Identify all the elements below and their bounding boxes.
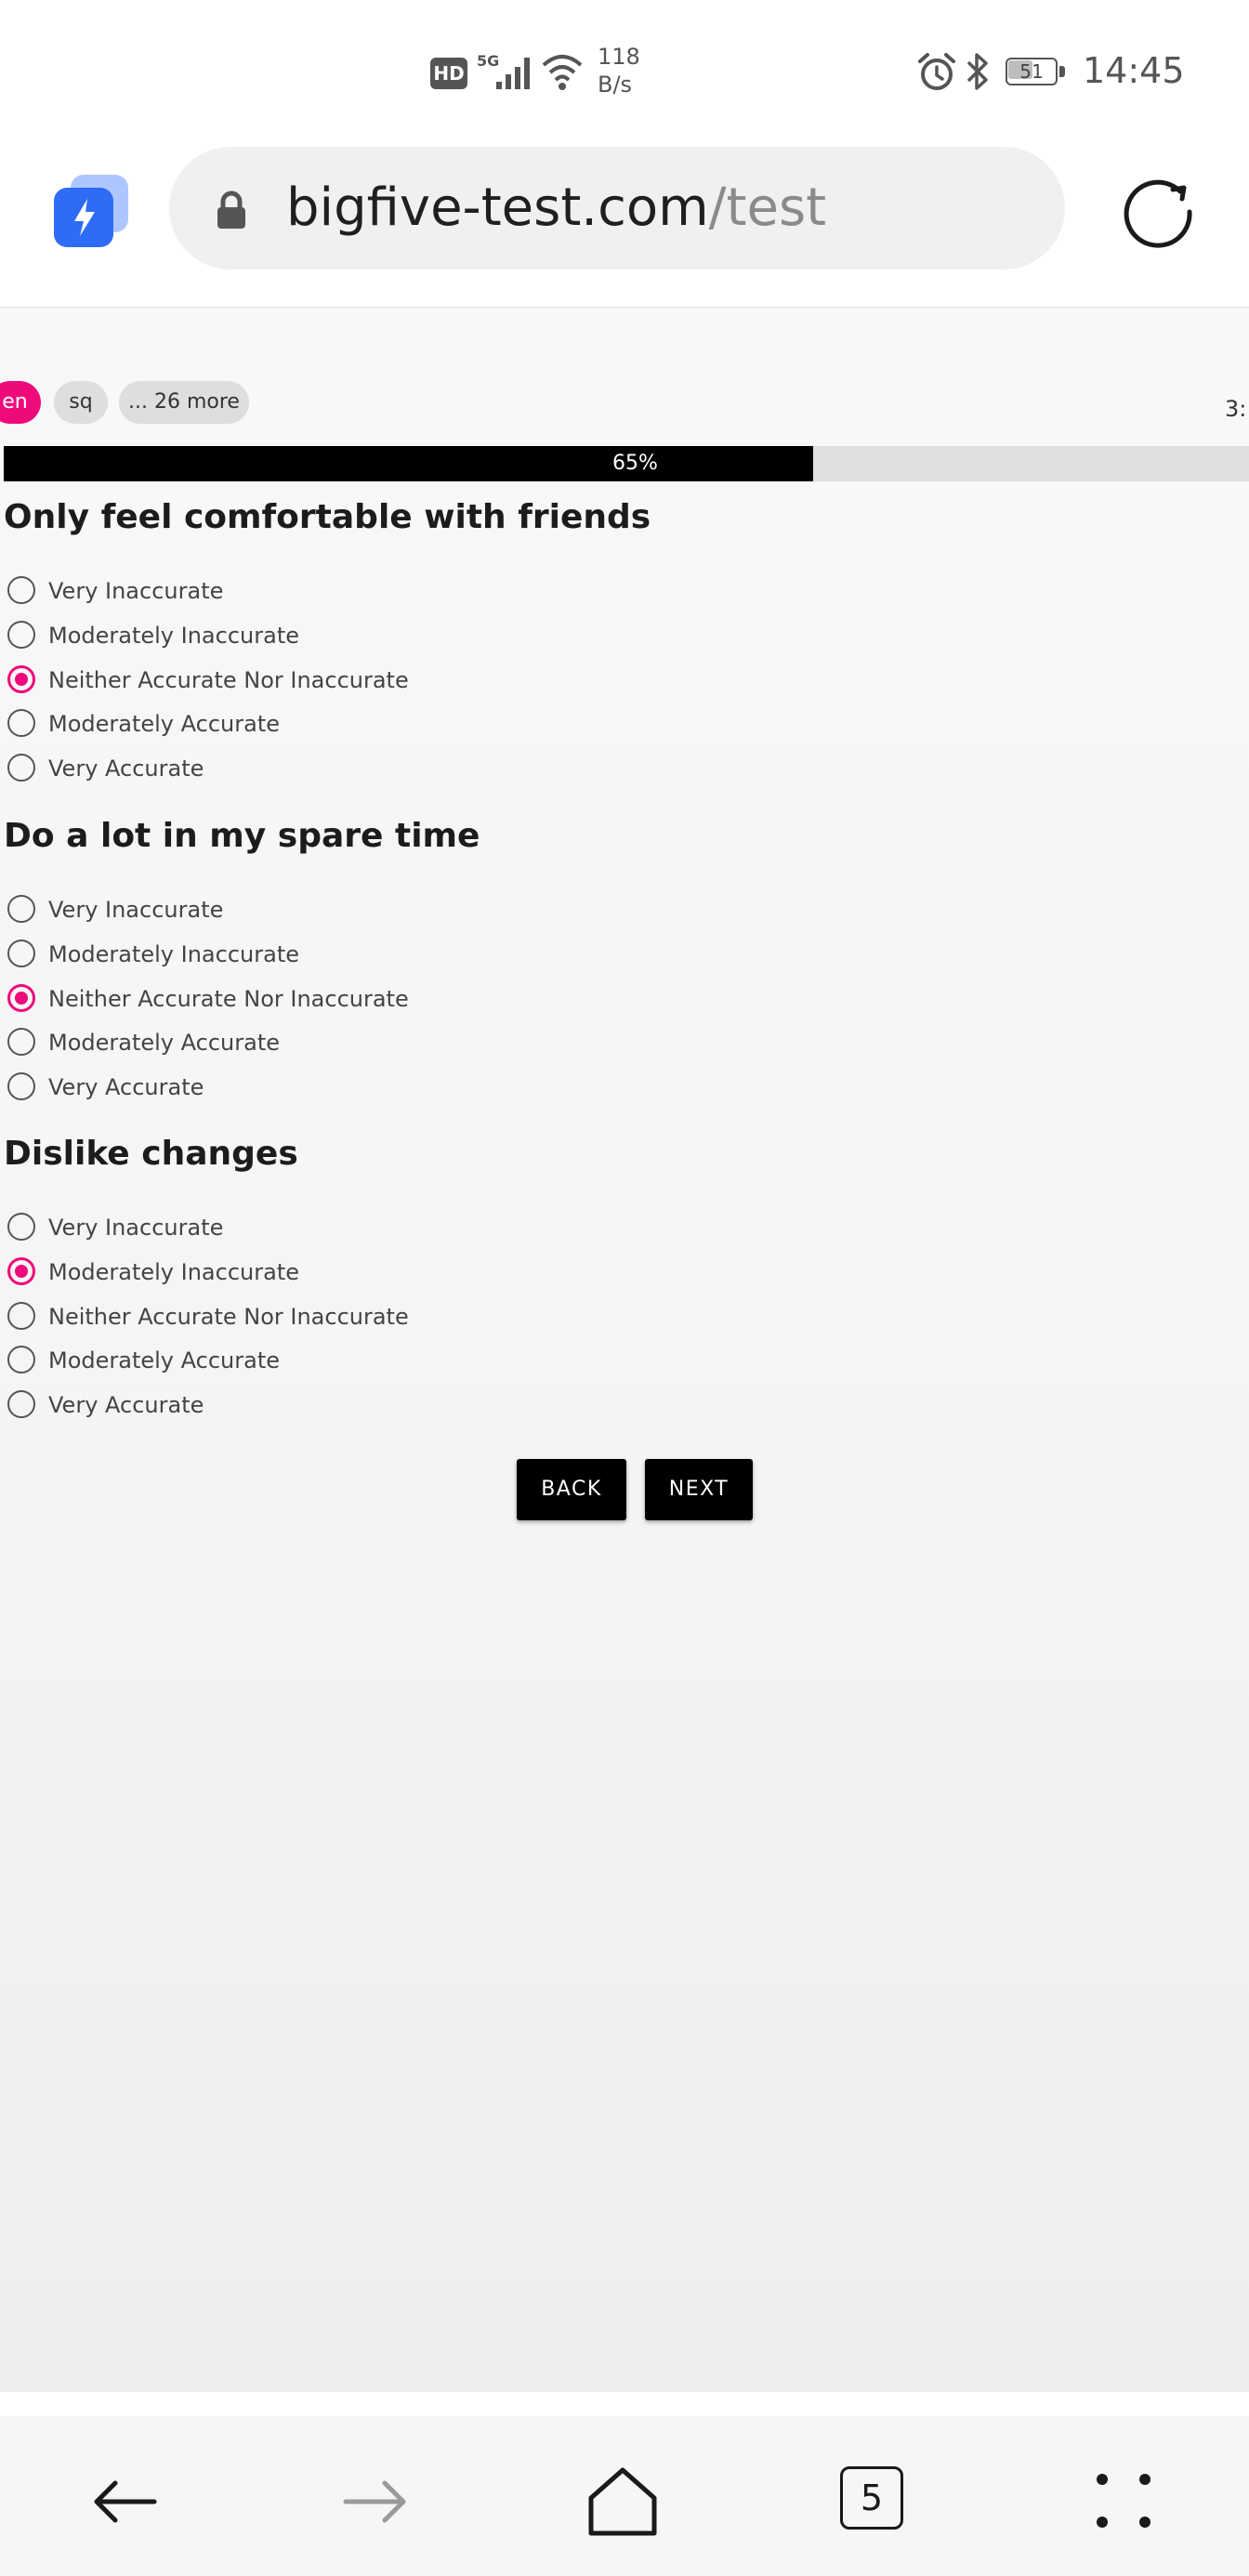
radio-button[interactable] xyxy=(7,1346,35,1373)
option-label: Very Inaccurate xyxy=(48,1215,224,1241)
radio-button[interactable] xyxy=(7,1028,35,1056)
signal-icon xyxy=(496,58,530,89)
radio-button[interactable] xyxy=(7,754,35,782)
option-label: Very Accurate xyxy=(48,1392,204,1418)
radio-selected[interactable] xyxy=(7,984,35,1012)
tabs-icon[interactable]: 5 xyxy=(840,2466,903,2530)
url-text[interactable]: bigfive-test.com/test xyxy=(286,175,826,242)
answer-option[interactable]: Moderately Inaccurate xyxy=(4,617,561,654)
language-chip-sq[interactable]: sq xyxy=(54,381,108,424)
back-button[interactable]: BACK xyxy=(517,1459,626,1520)
radio-selected[interactable] xyxy=(7,1257,35,1285)
radio-button[interactable] xyxy=(7,709,35,737)
language-chip-en[interactable]: en xyxy=(0,381,41,424)
page-content: en sq ... 26 more 3:1 65% Only feel comf… xyxy=(0,309,1249,2392)
option-label: Neither Accurate Nor Inaccurate xyxy=(48,986,409,1012)
question-title: Only feel comfortable with friends xyxy=(4,498,651,536)
home-icon[interactable] xyxy=(585,2464,660,2539)
language-chip-more[interactable]: ... 26 more xyxy=(119,381,249,424)
menu-dots-icon[interactable] xyxy=(1087,2464,1162,2539)
radio-button[interactable] xyxy=(7,940,35,967)
speed-value: 118 xyxy=(598,44,640,70)
bolt-logo-icon[interactable] xyxy=(52,171,132,251)
answer-option[interactable]: Moderately Inaccurate xyxy=(4,1254,561,1291)
answer-option[interactable]: Very Inaccurate xyxy=(4,891,561,928)
option-label: Moderately Inaccurate xyxy=(48,623,299,649)
answer-option[interactable]: Moderately Accurate xyxy=(4,1342,561,1379)
option-label: Neither Accurate Nor Inaccurate xyxy=(48,667,409,693)
answer-option[interactable]: Very Accurate xyxy=(4,1069,561,1106)
radio-selected[interactable] xyxy=(7,665,35,693)
option-label: Very Inaccurate xyxy=(48,578,224,604)
answer-option[interactable]: Neither Accurate Nor Inaccurate xyxy=(4,980,561,1018)
hd-badge: HD xyxy=(430,58,467,89)
answer-option[interactable]: Neither Accurate Nor Inaccurate xyxy=(4,1298,561,1335)
option-label: Moderately Inaccurate xyxy=(48,941,299,967)
option-label: Moderately Accurate xyxy=(48,1030,280,1056)
url-domain: bigfive-test.com xyxy=(286,177,709,238)
radio-button[interactable] xyxy=(7,621,35,649)
option-label: Very Inaccurate xyxy=(48,897,224,923)
radio-button[interactable] xyxy=(7,1302,35,1330)
answer-option[interactable]: Moderately Accurate xyxy=(4,705,561,743)
answer-option[interactable]: Very Accurate xyxy=(4,750,561,787)
option-label: Very Accurate xyxy=(48,756,204,782)
answer-option[interactable]: Moderately Inaccurate xyxy=(4,936,561,973)
address-bar[interactable]: bigfive-test.com/test xyxy=(169,147,1065,269)
question-title: Do a lot in my spare time xyxy=(4,817,480,855)
option-label: Moderately Inaccurate xyxy=(48,1259,299,1285)
alarm-icon xyxy=(918,53,955,90)
url-path: /test xyxy=(708,177,827,238)
option-label: Moderately Accurate xyxy=(48,711,280,737)
option-label: Neither Accurate Nor Inaccurate xyxy=(48,1304,409,1330)
forward-arrow-icon[interactable] xyxy=(338,2464,413,2539)
answer-option[interactable]: Very Inaccurate xyxy=(4,1209,561,1246)
browser-toolbar: bigfive-test.com/test xyxy=(0,139,1249,309)
option-label: Moderately Accurate xyxy=(48,1347,280,1373)
question-title: Dislike changes xyxy=(4,1135,298,1173)
answer-option[interactable]: Very Accurate xyxy=(4,1387,561,1424)
battery-icon: 51 xyxy=(1006,58,1067,87)
bluetooth-icon xyxy=(966,53,988,90)
next-button[interactable]: NEXT xyxy=(645,1459,753,1520)
reload-icon[interactable] xyxy=(1119,171,1197,249)
radio-button[interactable] xyxy=(7,1390,35,1418)
answer-option[interactable]: Neither Accurate Nor Inaccurate xyxy=(4,662,561,699)
answer-option[interactable]: Very Inaccurate xyxy=(4,572,561,610)
bottom-navigation: 5 xyxy=(0,2416,1249,2576)
radio-button[interactable] xyxy=(7,1213,35,1241)
answer-option[interactable]: Moderately Accurate xyxy=(4,1024,561,1061)
radio-button[interactable] xyxy=(7,1072,35,1100)
status-bar: HD 5G 118 B/s 51 14:45 xyxy=(0,0,1249,139)
progress-label: 65% xyxy=(612,452,658,475)
option-label: Very Accurate xyxy=(48,1074,204,1100)
speed-unit: B/s xyxy=(598,72,633,98)
timer: 3:1 xyxy=(1225,396,1249,422)
wifi-icon xyxy=(542,55,583,90)
radio-button[interactable] xyxy=(7,895,35,923)
radio-button[interactable] xyxy=(7,576,35,604)
lock-icon xyxy=(217,191,245,229)
progress-bar: 65% xyxy=(4,446,1249,481)
network-speed: 118 B/s xyxy=(598,43,640,99)
battery-level: 51 xyxy=(1019,60,1044,83)
clock: 14:45 xyxy=(1083,50,1185,91)
back-arrow-icon[interactable] xyxy=(87,2464,162,2539)
